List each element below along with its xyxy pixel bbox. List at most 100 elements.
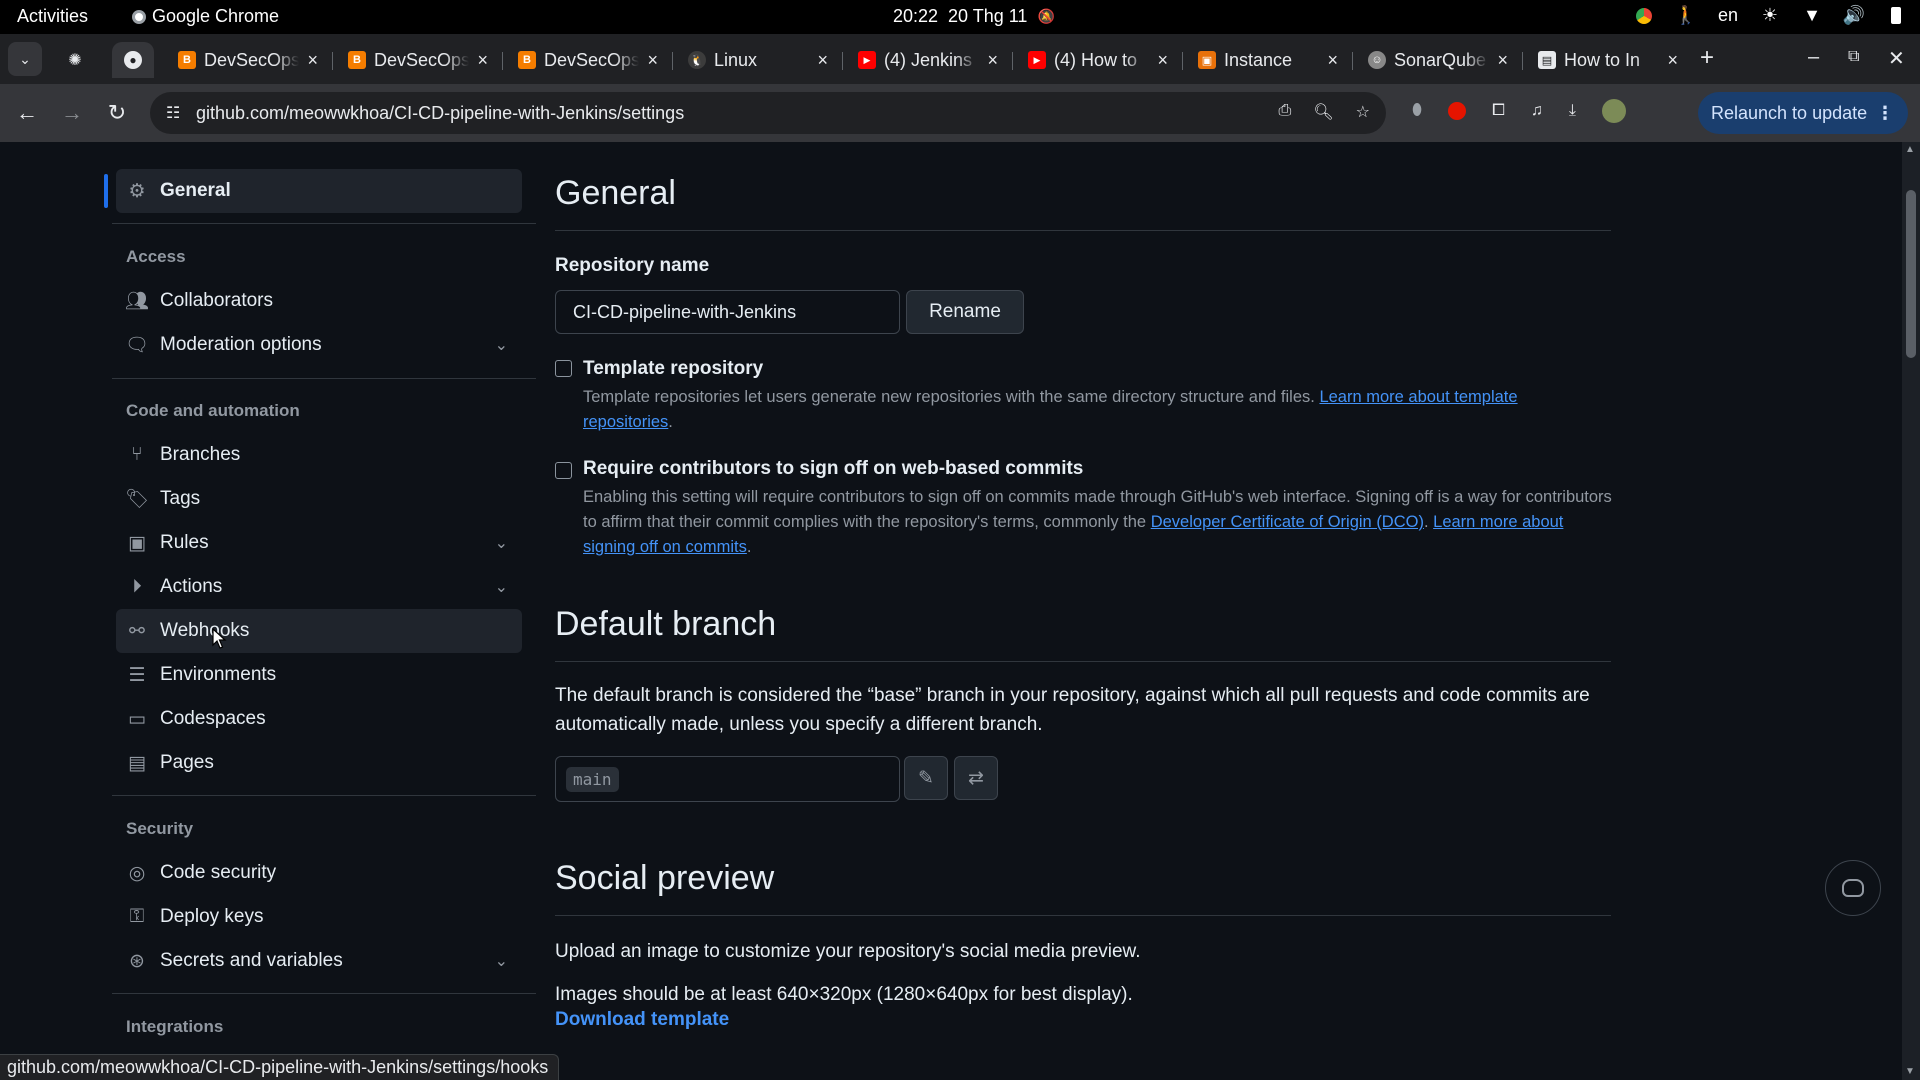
close-tab-icon[interactable]: ×	[1157, 50, 1168, 71]
address-bar[interactable]: ☷ github.com/meowwkhoa/CI-CD-pipeline-wi…	[150, 92, 1386, 134]
sidebar-item-tags[interactable]: 🏷︎ Tags	[116, 477, 522, 521]
sidebar-item-pages[interactable]: ▤ Pages	[116, 741, 522, 785]
edit-branch-button[interactable]: ✎	[904, 756, 948, 800]
sidebar-item-moderation[interactable]: 🗨︎ Moderation options ⌄	[116, 323, 522, 367]
blogger-icon: B	[348, 51, 366, 69]
tab-title: Linux	[714, 49, 758, 70]
page-scrollbar[interactable]: ▲ ▼	[1902, 142, 1920, 1080]
tab-youtube-howto[interactable]: ▶ (4) How to ×	[1018, 42, 1178, 78]
close-tab-icon[interactable]: ×	[1497, 50, 1508, 71]
tab-pinned-chatgpt[interactable]: ✺	[60, 42, 90, 78]
site-info-icon[interactable]: ☷	[166, 103, 180, 123]
youtube-icon: ▶	[858, 51, 876, 69]
sidebar-item-label: Webhooks	[160, 620, 250, 641]
tab-linux[interactable]: 🐧 Linux ×	[678, 42, 838, 78]
default-branch-field: main	[555, 756, 900, 802]
signoff-description: Enabling this setting will require contr…	[583, 488, 1612, 556]
scrollbar-thumb[interactable]	[1906, 190, 1916, 358]
sidebar-item-webhooks[interactable]: ⚯ Webhooks	[116, 609, 522, 653]
sidebar-item-codespaces[interactable]: ▭ Codespaces	[116, 697, 522, 741]
close-tab-icon[interactable]: ×	[1327, 50, 1338, 71]
more-menu-icon[interactable]: ⋮	[1876, 103, 1894, 124]
tab-how-to-install[interactable]: ▤ How to In ×	[1528, 42, 1688, 78]
close-tab-icon[interactable]: ×	[307, 50, 318, 71]
reload-button[interactable]: ↻	[102, 98, 132, 128]
sidebar-item-code-security[interactable]: ◎ Code security	[116, 851, 522, 895]
app-menu[interactable]: Google Chrome	[132, 6, 279, 27]
relaunch-to-update-button[interactable]: Relaunch to update ⋮	[1698, 92, 1908, 134]
people-icon: 👥︎	[124, 291, 150, 312]
forward-button[interactable]: →	[57, 98, 87, 128]
tab-devsecops-3[interactable]: B DevSecOps ×	[508, 42, 668, 78]
signoff-checkbox[interactable]	[555, 462, 572, 479]
tab-aws-instance[interactable]: ▣ Instance ×	[1188, 42, 1348, 78]
close-tab-icon[interactable]: ×	[1667, 50, 1678, 71]
downloads-icon[interactable]: ⤓	[1569, 102, 1576, 123]
tab-sonarqube[interactable]: ☺ SonarQube ×	[1358, 42, 1518, 78]
sidebar-item-secrets[interactable]: ⊛ Secrets and variables ⌄	[116, 939, 522, 983]
clock[interactable]: 20:22 20 Thg 11 🔕	[893, 6, 1055, 27]
battery-icon[interactable]	[1886, 6, 1906, 26]
language-indicator[interactable]: en	[1718, 5, 1738, 26]
tab-pinned-github[interactable]: ●	[112, 42, 154, 78]
wifi-icon[interactable]: ▼	[1802, 5, 1822, 26]
sidebar-item-rules[interactable]: ▣ Rules ⌄	[116, 521, 522, 565]
sidebar-item-branches[interactable]: ⑂ Branches	[116, 433, 522, 477]
repo-name-input[interactable]: CI-CD-pipeline-with-Jenkins	[555, 290, 900, 334]
close-window-icon[interactable]: ✕	[1888, 46, 1905, 71]
social-preview-description: Upload an image to customize your reposi…	[555, 941, 1141, 962]
back-button[interactable]: ←	[12, 98, 42, 128]
sidebar-item-label: Secrets and variables	[160, 950, 343, 971]
tab-search-button[interactable]: ⌄	[8, 42, 42, 76]
chrome-tray-icon[interactable]	[1634, 6, 1654, 26]
sidebar-item-actions[interactable]: ⏵ Actions ⌄	[116, 565, 522, 609]
url-text[interactable]: github.com/meowwkhoa/CI-CD-pipeline-with…	[196, 103, 684, 124]
puzzle-extensions-icon[interactable]: ⧠	[1492, 102, 1505, 123]
chevron-down-icon: ⌄	[494, 337, 508, 354]
volume-icon[interactable]: 🔊	[1843, 5, 1865, 26]
new-tab-button[interactable]: +	[1700, 44, 1714, 72]
system-top-bar: Activities Google Chrome 20:22 20 Thg 11…	[0, 0, 1920, 34]
zoom-icon[interactable]: 🔍︎	[1313, 102, 1333, 122]
template-repository-checkbox[interactable]	[555, 360, 572, 377]
media-controls-icon[interactable]: ♫	[1531, 102, 1543, 123]
sidebar-item-general[interactable]: ⚙ General	[116, 169, 522, 213]
clock-time: 20:22	[893, 6, 939, 26]
default-branch-description: The default branch is considered the “ba…	[555, 685, 1590, 735]
close-tab-icon[interactable]: ×	[817, 50, 828, 71]
tab-devsecops-1[interactable]: B DevSecOps ×	[168, 42, 328, 78]
tab-youtube-jenkins[interactable]: ▶ (4) Jenkins ×	[848, 42, 1008, 78]
minimize-icon[interactable]: –	[1808, 46, 1819, 69]
scroll-down-icon[interactable]: ▼	[1905, 1066, 1915, 1077]
tab-title: DevSecOps	[204, 49, 300, 70]
rename-button[interactable]: Rename	[906, 290, 1024, 334]
record-extension-icon[interactable]	[1448, 102, 1467, 120]
maximize-icon[interactable]: ⧉	[1848, 48, 1859, 66]
system-tray[interactable]: 🚶 en ☀ ▼ 🔊	[1634, 5, 1906, 26]
extension-icon[interactable]: ⬮	[1412, 102, 1422, 123]
download-template-link[interactable]: Download template	[555, 1009, 729, 1031]
chrome-icon	[132, 9, 146, 24]
install-app-icon[interactable]: ⎙	[1279, 102, 1292, 122]
activities-button[interactable]: Activities	[17, 6, 88, 27]
copilot-button[interactable]	[1825, 860, 1881, 916]
sidebar-item-collaborators[interactable]: 👥︎ Collaborators	[116, 279, 522, 323]
tag-icon: 🏷︎	[124, 489, 150, 510]
dco-link[interactable]: Developer Certificate of Origin (DCO)	[1151, 513, 1424, 531]
chevron-down-icon: ⌄	[494, 579, 508, 596]
copilot-icon	[1842, 879, 1864, 897]
bookmark-star-icon[interactable]: ☆	[1356, 102, 1370, 122]
sidebar-item-deploy-keys[interactable]: ⚿ Deploy keys	[116, 895, 522, 939]
accessibility-icon[interactable]: 🚶	[1675, 5, 1697, 26]
mouse-cursor-icon	[212, 628, 227, 649]
sidebar-item-environments[interactable]: ☰ Environments	[116, 653, 522, 697]
profile-avatar[interactable]	[1601, 99, 1626, 123]
close-tab-icon[interactable]: ×	[987, 50, 998, 71]
tab-devsecops-2[interactable]: B DevSecOps ×	[338, 42, 498, 78]
brightness-icon[interactable]: ☀	[1760, 5, 1780, 26]
scroll-up-icon[interactable]: ▲	[1905, 144, 1915, 155]
sidebar-heading-security: Security	[126, 819, 194, 838]
close-tab-icon[interactable]: ×	[647, 50, 658, 71]
switch-branch-button[interactable]: ⇄	[954, 756, 998, 800]
close-tab-icon[interactable]: ×	[477, 50, 488, 71]
